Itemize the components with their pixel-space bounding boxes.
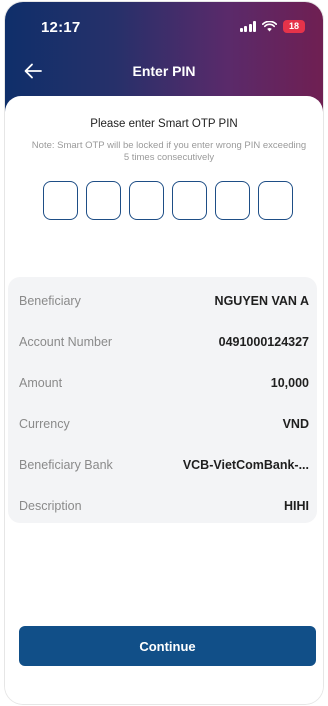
wifi-icon xyxy=(262,21,277,32)
pin-digit-5[interactable] xyxy=(215,181,250,220)
detail-row-amount: Amount 10,000 xyxy=(8,373,317,395)
battery-icon: 18 xyxy=(283,20,305,33)
pin-digit-6[interactable] xyxy=(258,181,293,220)
phone-screen: 12:17 18 Enter PIN Please enter Smart OT… xyxy=(5,2,323,704)
pin-input-group xyxy=(43,181,293,220)
status-time: 12:17 xyxy=(41,19,81,36)
signal-icon xyxy=(239,21,256,32)
detail-label: Amount xyxy=(19,376,63,390)
detail-row-account-number: Account Number 0491000124327 xyxy=(8,332,317,354)
detail-row-description: Description HIHI xyxy=(8,496,317,518)
detail-label: Account Number xyxy=(19,335,113,349)
pin-digit-1[interactable] xyxy=(43,181,78,220)
detail-label: Description xyxy=(19,499,82,513)
pin-digit-4[interactable] xyxy=(172,181,207,220)
continue-button[interactable]: Continue xyxy=(19,626,316,666)
detail-value: 0491000124327 xyxy=(218,335,309,349)
pin-note: Note: Smart OTP will be locked if you en… xyxy=(31,140,307,163)
detail-value: 10,000 xyxy=(270,376,309,390)
detail-label: Currency xyxy=(19,417,70,431)
detail-value: NGUYEN VAN A xyxy=(214,294,309,308)
transfer-details-card: Beneficiary NGUYEN VAN A Account Number … xyxy=(8,277,317,523)
pin-digit-2[interactable] xyxy=(86,181,121,220)
detail-value: HIHI xyxy=(284,499,309,513)
pin-digit-3[interactable] xyxy=(129,181,164,220)
detail-value: VND xyxy=(282,417,309,431)
status-icons: 18 xyxy=(239,20,305,33)
detail-row-beneficiary-bank: Beneficiary Bank VCB-VietComBank-... xyxy=(8,455,317,477)
detail-row-currency: Currency VND xyxy=(8,414,317,436)
detail-row-beneficiary: Beneficiary NGUYEN VAN A xyxy=(8,291,317,313)
detail-value: VCB-VietComBank-... xyxy=(182,458,309,472)
detail-label: Beneficiary xyxy=(19,294,81,308)
detail-label: Beneficiary Bank xyxy=(19,458,113,472)
status-bar: 12:17 18 xyxy=(5,2,323,46)
pin-title: Please enter Smart OTP PIN xyxy=(90,118,238,130)
page-title: Enter PIN xyxy=(132,63,196,79)
nav-bar: Enter PIN xyxy=(5,54,323,88)
content-sheet: Please enter Smart OTP PIN Note: Smart O… xyxy=(5,96,323,704)
